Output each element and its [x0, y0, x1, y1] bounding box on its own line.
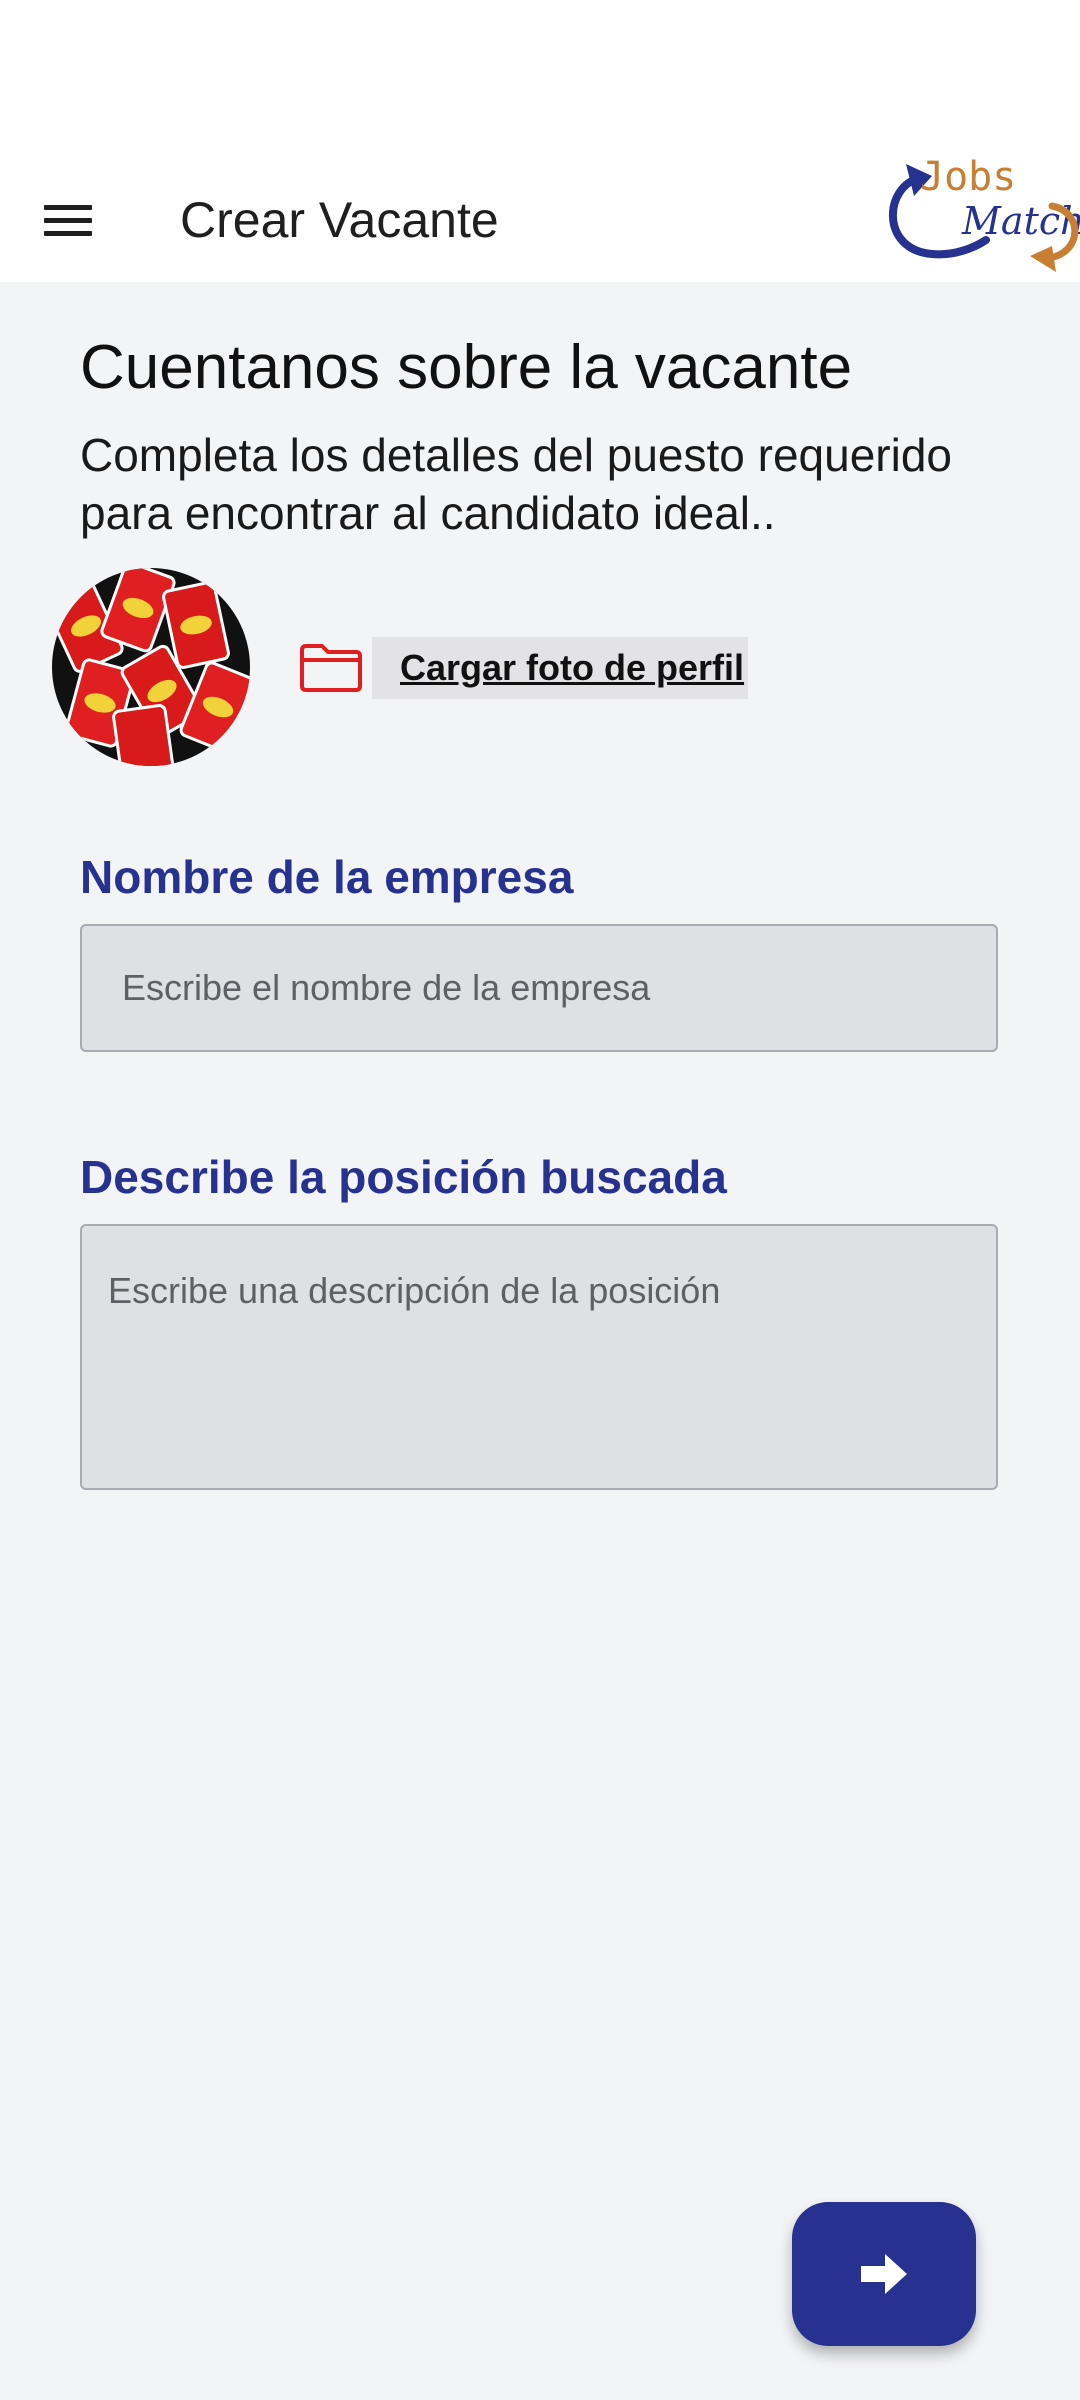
company-name-label: Nombre de la empresa [80, 851, 574, 903]
position-description-label: Describe la posición buscada [80, 1151, 727, 1203]
svg-text:Match: Match [961, 199, 1080, 243]
next-button[interactable] [792, 2202, 976, 2346]
folder-icon [300, 644, 362, 692]
page-subtitle: Completa los detalles del puesto requeri… [80, 429, 952, 539]
menu-button[interactable] [28, 180, 108, 260]
position-description-input[interactable] [80, 1224, 998, 1490]
upload-photo-button[interactable]: Cargar foto de perfil [298, 630, 749, 706]
jobs-match-logo: Jobs Match [888, 154, 1080, 272]
profile-photo-avatar [52, 568, 250, 766]
status-bar [0, 0, 1080, 150]
arrow-right-icon [861, 2254, 907, 2294]
app-bar: Crear Vacante Jobs Match [0, 150, 1080, 282]
svg-text:Jobs: Jobs [920, 154, 1016, 200]
app-title: Crear Vacante [180, 192, 499, 248]
company-name-input[interactable] [80, 924, 998, 1052]
upload-photo-label[interactable]: Cargar foto de perfil [372, 637, 749, 699]
page-heading: Cuentanos sobre la vacante [80, 332, 853, 402]
menu-icon [44, 197, 92, 244]
